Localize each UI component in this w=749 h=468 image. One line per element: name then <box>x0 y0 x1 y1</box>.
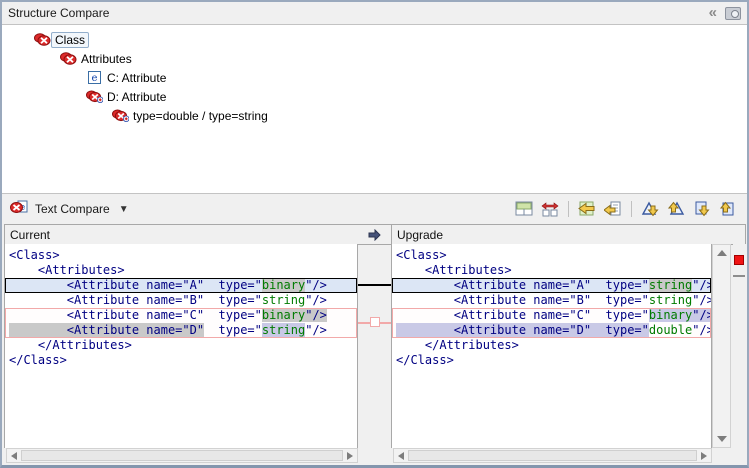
collapse-all-icon[interactable]: « <box>709 6 717 20</box>
code-line: </Attributes> <box>392 338 711 353</box>
camera-icon[interactable] <box>725 7 741 20</box>
right-pane-header: Upgrade <box>391 224 746 245</box>
svg-text:e: e <box>91 73 97 84</box>
right-horizontal-scrollbar[interactable] <box>393 448 712 463</box>
code-line: </Class> <box>5 353 357 368</box>
structure-compare-header: Structure Compare « <box>2 2 747 24</box>
scroll-left-icon[interactable] <box>398 452 404 460</box>
scrollbar-thumb[interactable] <box>21 450 343 461</box>
right-code-pane[interactable]: <Class> <Attributes> <Attribute name="A"… <box>391 244 712 448</box>
next-difference-button[interactable] <box>639 199 661 219</box>
code-line: <Attribute name="B" type="string"/> <box>5 293 357 308</box>
diff-overview-line <box>733 275 745 277</box>
diff-overview-marker[interactable] <box>734 255 744 265</box>
change-block: <Attribute name="C" type="binary"/> <Att… <box>5 308 357 338</box>
tree-item-type-double-type-string[interactable]: type=double / type=string <box>2 106 747 125</box>
structure-compare-tree: Class Attributes e C: Attribute D: Attribute… <box>2 24 747 194</box>
code-line: </Class> <box>392 353 711 368</box>
chevron-down-icon[interactable]: ▼ <box>119 204 129 215</box>
text-compare-toolbar <box>513 199 739 219</box>
diff-gutter <box>358 245 391 463</box>
diff-conflict-icon <box>59 52 77 65</box>
right-pane-title: Upgrade <box>397 228 443 242</box>
previous-difference-button[interactable] <box>665 199 687 219</box>
two-way-layout-button[interactable] <box>513 199 535 219</box>
code-line: <Attribute name="D" type="string"/> <box>5 323 357 338</box>
tree-item-label: type=double / type=string <box>129 108 272 124</box>
diff-conflict-icon <box>33 33 51 46</box>
compare-editor-window: Structure Compare « Class Attributes e C: A… <box>0 0 749 468</box>
code-line: <Attribute name="D" type="double"/> <box>392 323 711 338</box>
code-line: <Class> <box>5 248 357 263</box>
text-compare-title: Text Compare <box>35 202 110 216</box>
toolbar-separator <box>631 201 632 217</box>
next-change-button[interactable] <box>691 199 713 219</box>
tree-item-label: Attributes <box>77 51 136 67</box>
vertical-scrollbar[interactable] <box>712 244 731 448</box>
code-line: <Attribute name="B" type="string"/> <box>392 293 711 308</box>
tree-item-d-attribute[interactable]: D: Attribute <box>2 87 747 106</box>
text-compare-header: e Text Compare ▼ <box>2 194 747 224</box>
diff-conflict-add-icon <box>111 109 129 122</box>
swap-left-and-right-button[interactable] <box>539 199 561 219</box>
toolbar-separator <box>568 201 569 217</box>
code-line: <Attributes> <box>392 263 711 278</box>
scroll-up-icon[interactable] <box>717 250 727 256</box>
left-pane-title: Current <box>10 228 50 242</box>
copy-current-right-to-left-button[interactable] <box>602 199 624 219</box>
right-arrow-icon <box>368 229 381 241</box>
code-line: <Attribute name="C" type="binary"/> <box>392 308 711 323</box>
left-pane-header: Current <box>4 224 358 245</box>
scroll-left-icon[interactable] <box>11 452 17 460</box>
structure-compare-actions: « <box>709 6 741 20</box>
change-block: <Attribute name="C" type="binary"/> <Att… <box>392 308 711 338</box>
structure-compare-title: Structure Compare <box>8 6 109 20</box>
tree-item-c-attribute[interactable]: e C: Attribute <box>2 68 747 87</box>
scroll-right-icon[interactable] <box>347 452 353 460</box>
scrollbar-thumb[interactable] <box>408 450 697 461</box>
diff-connector-handle[interactable] <box>370 317 380 327</box>
copy-all-right-to-left-button[interactable] <box>576 199 598 219</box>
overview-ruler[interactable] <box>733 244 746 448</box>
code-line: <Class> <box>392 248 711 263</box>
text-compare-icon: e <box>10 200 28 219</box>
left-code-pane[interactable]: <Class> <Attributes> <Attribute name="A"… <box>4 244 358 448</box>
tree-item-label: D: Attribute <box>103 89 170 105</box>
tree-item-class[interactable]: Class <box>2 30 747 49</box>
eattribute-icon: e <box>85 71 103 84</box>
scroll-down-icon[interactable] <box>717 436 727 442</box>
left-horizontal-scrollbar[interactable] <box>6 448 358 463</box>
scroll-right-icon[interactable] <box>701 452 707 460</box>
selected-diff-line: <Attribute name="A" type="binary"/> <box>5 278 357 293</box>
code-line: </Attributes> <box>5 338 357 353</box>
code-line: <Attribute name="C" type="binary"/> <box>5 308 357 323</box>
diff-connector-selected <box>358 284 391 286</box>
tree-item-label: Class <box>51 32 89 48</box>
code-line: <Attributes> <box>5 263 357 278</box>
previous-change-button[interactable] <box>717 199 739 219</box>
tree-item-attributes[interactable]: Attributes <box>2 49 747 68</box>
gutter-header <box>357 224 392 245</box>
tree-item-label: C: Attribute <box>103 70 170 86</box>
diff-conflict-add-icon <box>85 90 103 103</box>
selected-diff-line: <Attribute name="A" type="string"/> <box>392 278 711 293</box>
